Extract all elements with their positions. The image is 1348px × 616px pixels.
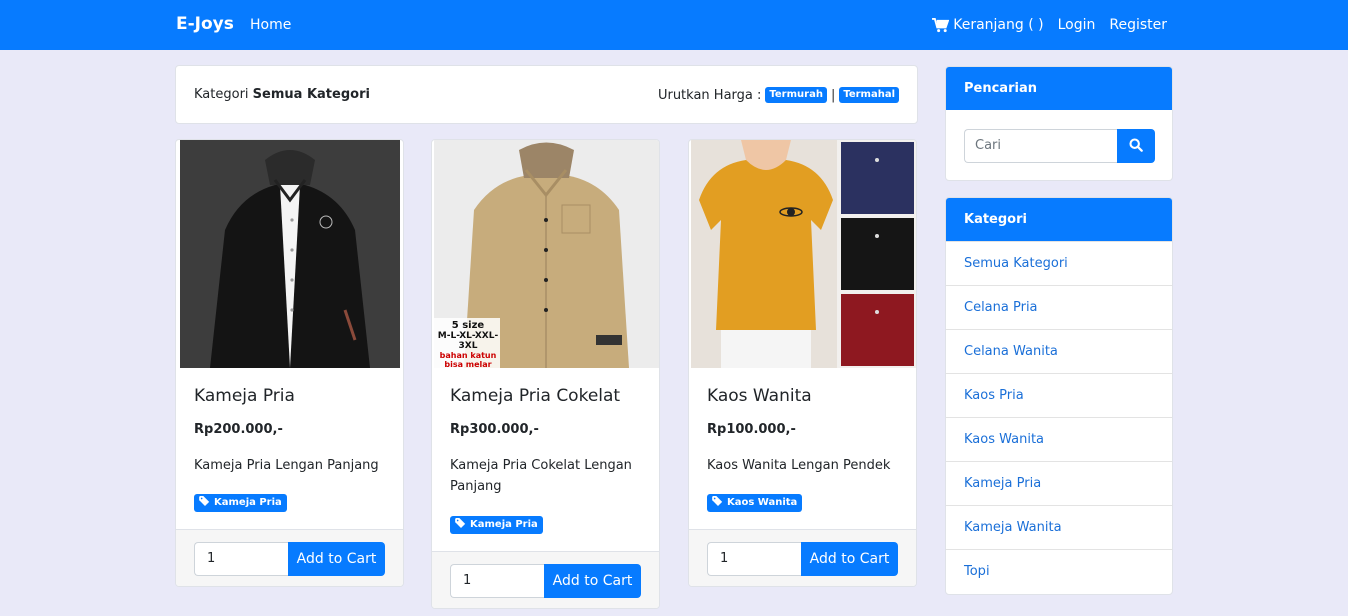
sort-cheapest-button[interactable]: Termurah [765, 87, 827, 103]
filter-bar: Kategori Semua Kategori Urutkan Harga : … [175, 65, 918, 124]
tag-icon [712, 496, 724, 510]
category-filter-label: Kategori [194, 87, 249, 102]
product-card: Kaos Wanita Rp100.000,- Kaos Wanita Leng… [688, 139, 917, 587]
nav-home-link[interactable]: Home [250, 17, 291, 33]
product-card-footer: 1 Add to Cart [432, 551, 659, 608]
product-price: Rp300.000,- [450, 422, 539, 437]
product-price: Rp200.000,- [194, 422, 283, 437]
quantity-input[interactable]: 1 [194, 542, 290, 576]
search-button[interactable] [1117, 129, 1155, 163]
category-filter: Kategori Semua Kategori [194, 87, 370, 102]
product-description: Kameja Pria Lengan Panjang [194, 458, 379, 473]
category-link[interactable]: Celana Pria [946, 285, 1172, 329]
product-category-badge[interactable]: Kameja Pria [194, 494, 287, 512]
shopping-cart-icon [932, 17, 950, 33]
category-link[interactable]: Kameja Wanita [946, 505, 1172, 549]
product-image-brown-shirt[interactable]: 5 size M-L-XL-XXL-3XL bahan katun bisa m… [434, 140, 659, 369]
category-panel-header: Kategori [946, 198, 1172, 241]
nav-login-link[interactable]: Login [1058, 17, 1096, 33]
nav-cart-link[interactable]: Keranjang ( ) [932, 17, 1044, 33]
category-link[interactable]: Celana Wanita [946, 329, 1172, 373]
product-card-footer: 1 Add to Cart [176, 529, 403, 586]
product-category-label: Kameja Pria [470, 519, 538, 530]
sort-expensive-button[interactable]: Termahal [839, 87, 899, 103]
quantity-input[interactable]: 1 [707, 542, 803, 576]
search-icon [1129, 137, 1143, 156]
tag-icon [199, 496, 211, 510]
product-category-badge[interactable]: Kameja Pria [450, 516, 543, 534]
category-link[interactable]: Topi [946, 549, 1172, 593]
price-sort: Urutkan Harga : Termurah | Termahal [658, 87, 899, 103]
image-caption: 5 size M-L-XL-XXL-3XL bahan katun bisa m… [437, 320, 499, 369]
product-category-label: Kaos Wanita [727, 497, 798, 508]
search-panel: Pencarian Cari [945, 66, 1173, 181]
product-title[interactable]: Kaos Wanita [707, 386, 812, 406]
product-card-footer: 1 Add to Cart [689, 529, 916, 586]
product-price: Rp100.000,- [707, 422, 796, 437]
product-title[interactable]: Kameja Pria Cokelat [450, 386, 620, 406]
category-link[interactable]: Kaos Pria [946, 373, 1172, 417]
nav-register-link[interactable]: Register [1109, 17, 1167, 33]
price-sort-label: Urutkan Harga : [657, 87, 762, 103]
category-panel: Kategori Semua Kategori Celana Pria Cela… [945, 197, 1173, 595]
add-to-cart-button[interactable]: Add to Cart [544, 564, 641, 598]
search-input[interactable]: Cari [964, 129, 1118, 163]
search-panel-header: Pencarian [946, 67, 1172, 110]
product-category-label: Kameja Pria [214, 497, 282, 508]
add-to-cart-button[interactable]: Add to Cart [288, 542, 385, 576]
tag-icon [455, 518, 467, 532]
sort-separator: | [830, 87, 836, 103]
brand-logo[interactable]: E-Joys [176, 14, 234, 34]
nav-right: Keranjang ( ) Login Register [932, 17, 1167, 33]
category-filter-value: Semua Kategori [252, 87, 370, 102]
add-to-cart-button[interactable]: Add to Cart [801, 542, 898, 576]
product-card: Kameja Pria Rp200.000,- Kameja Pria Leng… [175, 139, 404, 587]
product-description: Kameja Pria Cokelat Lengan Panjang [450, 458, 632, 494]
product-title[interactable]: Kameja Pria [194, 386, 295, 406]
quantity-input[interactable]: 1 [450, 564, 546, 598]
product-image-black-shirt[interactable] [180, 140, 400, 368]
category-link[interactable]: Kameja Pria [946, 461, 1172, 505]
product-image-yellow-tshirt[interactable] [691, 140, 916, 368]
category-link[interactable]: Semua Kategori [946, 241, 1172, 285]
nav-cart-label: Keranjang ( ) [953, 17, 1044, 33]
product-card: 5 size M-L-XL-XXL-3XL bahan katun bisa m… [431, 139, 660, 609]
navbar: E-Joys Home Keranjang ( ) Login Register [0, 0, 1348, 50]
product-category-badge[interactable]: Kaos Wanita [707, 494, 803, 512]
product-description: Kaos Wanita Lengan Pendek [707, 458, 891, 473]
category-link[interactable]: Kaos Wanita [946, 417, 1172, 461]
